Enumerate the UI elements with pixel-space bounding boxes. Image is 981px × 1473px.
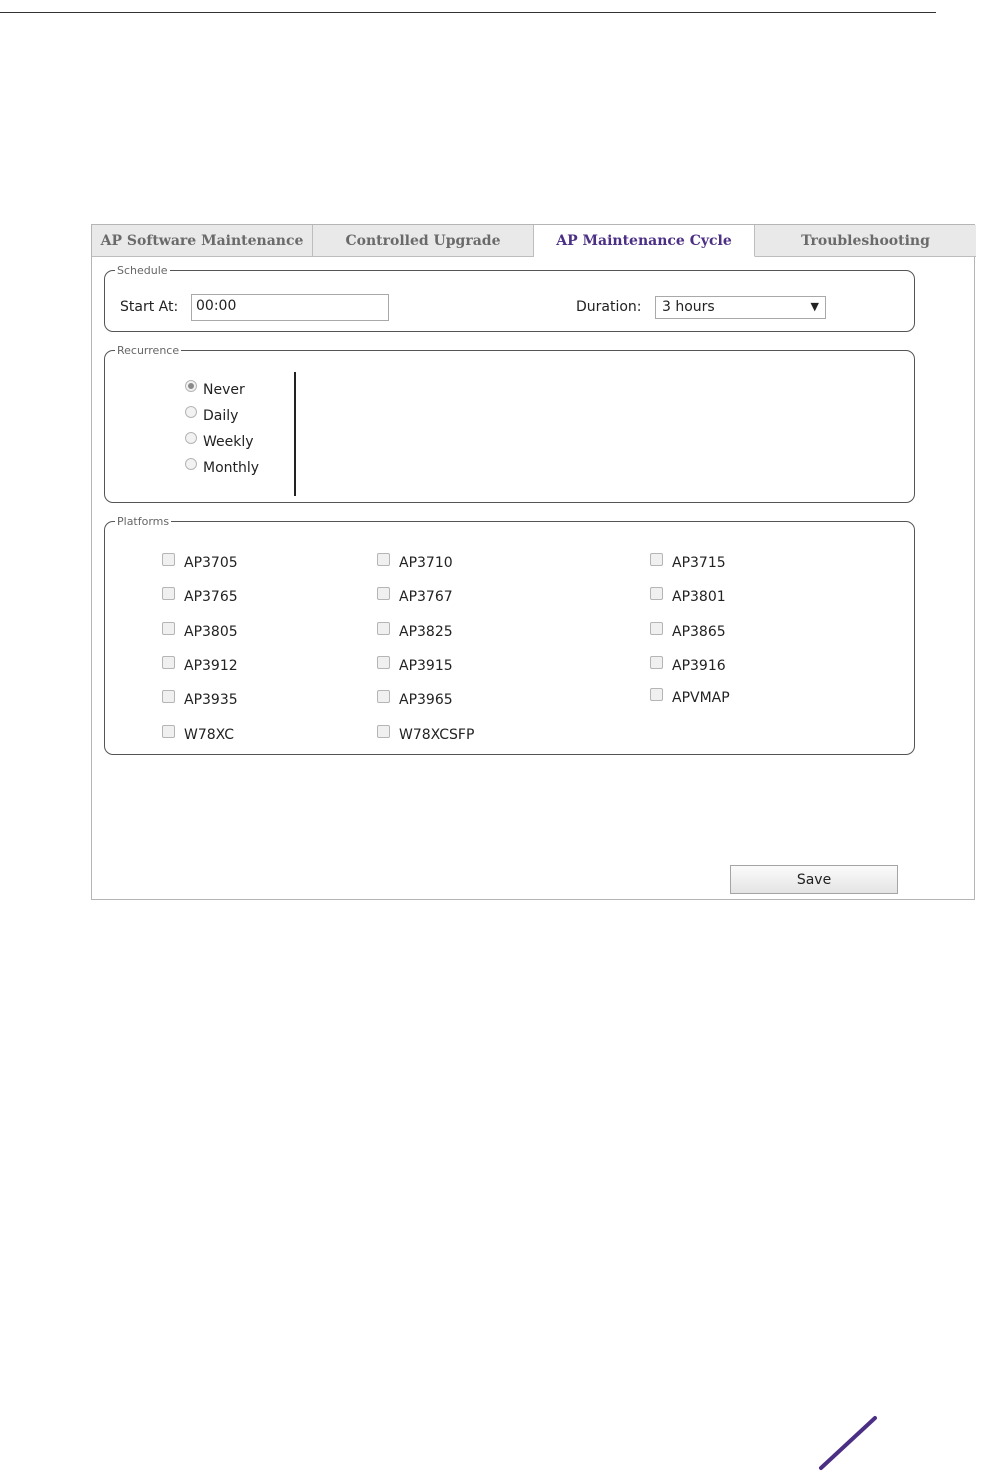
checkbox[interactable] bbox=[377, 586, 390, 600]
checkbox[interactable] bbox=[162, 552, 175, 566]
header-rule bbox=[0, 12, 936, 13]
platform-label: AP3705 bbox=[184, 555, 238, 571]
recurrence-option-label: Daily bbox=[203, 408, 239, 424]
recurrence-option-daily[interactable]: Daily bbox=[185, 406, 239, 424]
platform-label: AP3765 bbox=[184, 589, 238, 605]
recurrence-option-label: Never bbox=[203, 382, 245, 398]
tab-bar: AP Software Maintenance Controlled Upgra… bbox=[92, 225, 976, 257]
platform-checkbox-ap3865[interactable]: AP3865 bbox=[650, 621, 726, 640]
duration-select[interactable]: 3 hours ▼ bbox=[655, 296, 826, 319]
checkbox[interactable] bbox=[162, 586, 175, 600]
platform-label: AP3935 bbox=[184, 692, 238, 708]
platform-checkbox-ap3801[interactable]: AP3801 bbox=[650, 586, 726, 605]
checkbox[interactable] bbox=[650, 687, 663, 701]
platform-label: AP3865 bbox=[672, 624, 726, 640]
platform-label: AP3915 bbox=[399, 658, 453, 674]
platform-label: APVMAP bbox=[672, 690, 730, 706]
platform-checkbox-ap3805[interactable]: AP3805 bbox=[162, 621, 238, 640]
platform-checkbox-ap3825[interactable]: AP3825 bbox=[377, 621, 453, 640]
start-at-input[interactable]: 00:00 bbox=[191, 294, 389, 321]
checkbox[interactable] bbox=[650, 655, 663, 669]
schedule-legend: Schedule bbox=[117, 264, 168, 277]
platform-label: W78XC bbox=[184, 727, 235, 743]
platform-checkbox-ap3705[interactable]: AP3705 bbox=[162, 552, 238, 571]
radio-button[interactable] bbox=[185, 380, 197, 392]
recurrence-option-weekly[interactable]: Weekly bbox=[185, 432, 254, 450]
recurrence-option-label: Weekly bbox=[203, 434, 254, 450]
platform-label: AP3767 bbox=[399, 589, 453, 605]
checkbox[interactable] bbox=[377, 655, 390, 669]
platform-label: AP3912 bbox=[184, 658, 238, 674]
platform-label: W78XCSFP bbox=[399, 727, 475, 743]
recurrence-option-monthly[interactable]: Monthly bbox=[185, 458, 260, 476]
platform-label: AP3805 bbox=[184, 624, 238, 640]
duration-label: Duration: bbox=[576, 299, 642, 315]
brand-slash-logo-icon bbox=[819, 1416, 877, 1470]
schedule-group: Schedule Start At: 00:00 Duration: 3 hou… bbox=[104, 265, 915, 332]
platform-checkbox-ap3965[interactable]: AP3965 bbox=[377, 689, 453, 708]
checkbox[interactable] bbox=[162, 689, 175, 703]
tab-controlled-upgrade[interactable]: Controlled Upgrade bbox=[313, 225, 534, 257]
radio-button[interactable] bbox=[185, 432, 197, 444]
platform-checkbox-ap3715[interactable]: AP3715 bbox=[650, 552, 726, 571]
checkbox[interactable] bbox=[377, 621, 390, 635]
platform-checkbox-ap3767[interactable]: AP3767 bbox=[377, 586, 453, 605]
tab-ap-maintenance-cycle[interactable]: AP Maintenance Cycle bbox=[534, 225, 755, 257]
platforms-legend: Platforms bbox=[117, 515, 170, 528]
start-at-label: Start At: bbox=[120, 299, 179, 315]
recurrence-group: Recurrence Never Daily Weekly Monthly bbox=[104, 345, 915, 503]
checkbox[interactable] bbox=[377, 724, 390, 738]
radio-button[interactable] bbox=[185, 406, 197, 418]
checkbox[interactable] bbox=[162, 621, 175, 635]
platform-checkbox-ap3710[interactable]: AP3710 bbox=[377, 552, 453, 571]
save-button[interactable]: Save bbox=[730, 865, 898, 894]
checkbox[interactable] bbox=[650, 621, 663, 635]
duration-select-value: 3 hours bbox=[662, 299, 715, 315]
recurrence-option-never[interactable]: Never bbox=[185, 380, 245, 398]
platform-label: AP3965 bbox=[399, 692, 453, 708]
recurrence-legend: Recurrence bbox=[117, 344, 180, 357]
dropdown-arrow-icon: ▼ bbox=[810, 300, 819, 313]
platform-checkbox-ap3916[interactable]: AP3916 bbox=[650, 655, 726, 674]
radio-button[interactable] bbox=[185, 458, 197, 470]
checkbox[interactable] bbox=[650, 586, 663, 600]
checkbox[interactable] bbox=[377, 552, 390, 566]
platform-checkbox-w78xc[interactable]: W78XC bbox=[162, 724, 235, 743]
maintenance-panel: AP Software Maintenance Controlled Upgra… bbox=[91, 224, 976, 900]
platform-checkbox-ap3765[interactable]: AP3765 bbox=[162, 586, 238, 605]
platform-label: AP3916 bbox=[672, 658, 726, 674]
platforms-group: Platforms AP3705 AP3710 AP3715 AP3765 AP… bbox=[104, 516, 915, 755]
platform-checkbox-ap3912[interactable]: AP3912 bbox=[162, 655, 238, 674]
platform-checkbox-w78xcsfp[interactable]: W78XCSFP bbox=[377, 724, 475, 743]
tab-troubleshooting[interactable]: Troubleshooting bbox=[755, 225, 976, 257]
platform-checkbox-ap3935[interactable]: AP3935 bbox=[162, 689, 238, 708]
checkbox[interactable] bbox=[650, 552, 663, 566]
platform-label: AP3801 bbox=[672, 589, 726, 605]
recurrence-divider bbox=[294, 372, 296, 496]
checkbox[interactable] bbox=[377, 689, 390, 703]
platform-label: AP3710 bbox=[399, 555, 453, 571]
tab-ap-software-maintenance[interactable]: AP Software Maintenance bbox=[92, 225, 313, 257]
platform-label: AP3825 bbox=[399, 624, 453, 640]
checkbox[interactable] bbox=[162, 724, 175, 738]
checkbox[interactable] bbox=[162, 655, 175, 669]
platform-label: AP3715 bbox=[672, 555, 726, 571]
recurrence-option-label: Monthly bbox=[203, 460, 260, 476]
platform-checkbox-ap3915[interactable]: AP3915 bbox=[377, 655, 453, 674]
platform-checkbox-apvmap[interactable]: APVMAP bbox=[650, 687, 730, 706]
